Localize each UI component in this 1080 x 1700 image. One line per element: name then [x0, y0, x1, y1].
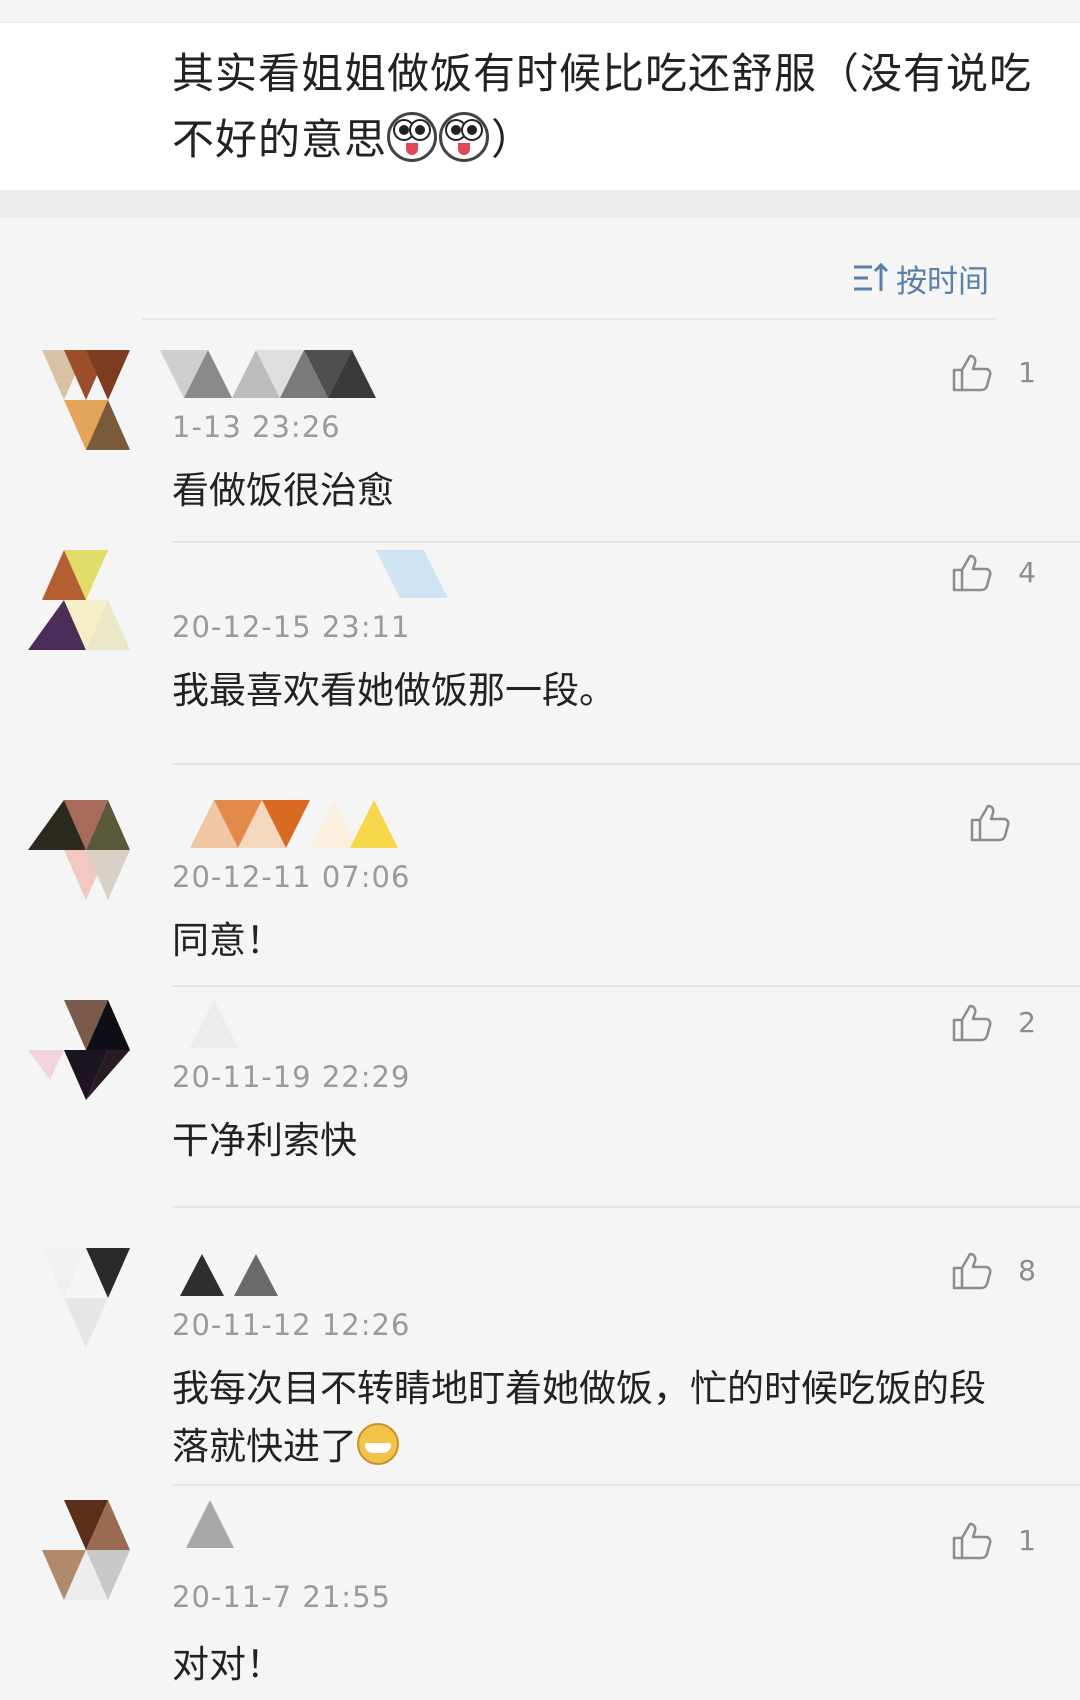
- grin-emoji-icon: [357, 1423, 399, 1465]
- comment-time: 20-11-12 12:26: [172, 1308, 411, 1342]
- thumbs-up-icon: [952, 354, 992, 392]
- username-blurred[interactable]: [160, 1500, 460, 1556]
- comment-text-line1: 我每次目不转睛地盯着她做饭，忙的时候吃饭的段: [172, 1367, 986, 1410]
- avatar[interactable]: [28, 1500, 144, 1604]
- like-count: 4: [1018, 555, 1036, 589]
- original-post: 其实看姐姐做饭有时候比吃还舒服（没有说吃 不好的意思 ）: [0, 22, 1080, 191]
- divider: [172, 985, 1080, 987]
- divider: [172, 1206, 1080, 1208]
- divider: [172, 763, 1080, 765]
- surprised-emoji-icon: [439, 112, 490, 162]
- avatar[interactable]: [28, 350, 144, 454]
- divider: [142, 318, 997, 320]
- comment-time: 20-11-7 21:55: [172, 1580, 391, 1614]
- sort-by-time-button[interactable]: 按时间: [852, 256, 989, 300]
- surprised-emoji-icon: [387, 112, 438, 162]
- comment-text: 同意！: [172, 919, 283, 962]
- comment-time: 20-12-11 07:06: [172, 860, 411, 894]
- thumbs-up-icon: [952, 1522, 992, 1560]
- like-button[interactable]: [968, 800, 1036, 844]
- section-gap: [0, 190, 1080, 218]
- like-count: 2: [1018, 1005, 1036, 1039]
- comment-text: 看做饭很治愈: [172, 469, 394, 512]
- like-button[interactable]: 1: [950, 1518, 1036, 1562]
- divider: [172, 541, 1080, 543]
- like-button[interactable]: 4: [950, 550, 1036, 594]
- username-blurred[interactable]: [160, 350, 460, 406]
- sort-label: 按时间: [896, 263, 989, 300]
- like-button[interactable]: 8: [950, 1248, 1036, 1292]
- comment-text: 干净利索快: [172, 1119, 357, 1162]
- like-count: 1: [1018, 355, 1036, 389]
- avatar[interactable]: [28, 1248, 144, 1352]
- comment-text: 我最喜欢看她做饭那一段。: [172, 669, 616, 712]
- thumbs-up-icon: [952, 554, 992, 592]
- avatar[interactable]: [28, 800, 144, 904]
- thumbs-up-icon: [952, 1004, 992, 1042]
- avatar[interactable]: [28, 1000, 144, 1104]
- comment-time: 20-12-15 23:11: [172, 610, 411, 644]
- username-blurred[interactable]: [160, 800, 460, 856]
- like-count: 8: [1018, 1253, 1036, 1287]
- post-text-line1: 其实看姐姐做饭有时候比吃还舒服（没有说吃: [172, 49, 1033, 98]
- sort-icon: [854, 262, 889, 291]
- comment-time: 20-11-19 22:29: [172, 1060, 411, 1094]
- post-text-close: ）: [491, 115, 535, 164]
- comment-time: 1-13 23:26: [172, 410, 341, 444]
- divider: [172, 1484, 1080, 1486]
- post-text-line2: 不好的意思: [172, 115, 388, 164]
- like-button[interactable]: 2: [950, 1000, 1036, 1044]
- username-blurred[interactable]: [160, 550, 460, 606]
- comment-text: 对对！: [172, 1643, 283, 1686]
- comment-text: 我每次目不转睛地盯着她做饭，忙的时候吃饭的段 落就快进了: [172, 1360, 1012, 1476]
- like-button[interactable]: 1: [950, 350, 1036, 394]
- post-text: 其实看姐姐做饭有时候比吃还舒服（没有说吃 不好的意思 ）: [172, 41, 1052, 173]
- thumbs-up-icon: [952, 1252, 992, 1290]
- username-blurred[interactable]: [160, 1000, 460, 1056]
- thumbs-up-icon: [970, 804, 1010, 842]
- username-blurred[interactable]: [160, 1248, 460, 1304]
- like-count: 1: [1018, 1523, 1036, 1557]
- avatar[interactable]: [28, 550, 144, 654]
- comment-text-line2: 落就快进了: [172, 1425, 357, 1468]
